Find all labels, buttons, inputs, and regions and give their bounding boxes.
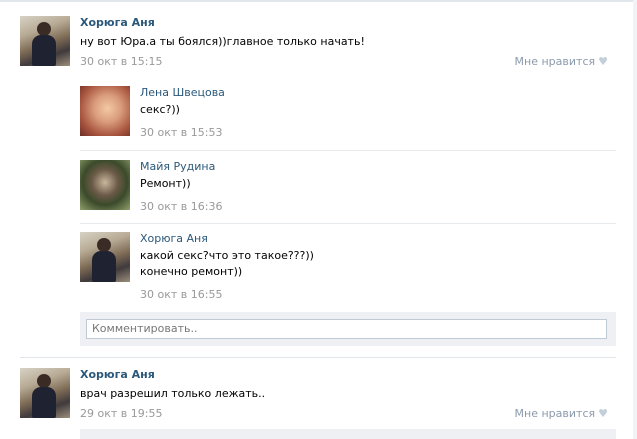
post-text: врач разрешил только лежать..	[80, 387, 266, 400]
reply-avatar[interactable]	[80, 160, 130, 210]
top-border	[0, 0, 637, 2]
reply-date[interactable]: 30 окт в 15:53	[140, 126, 222, 139]
reply-author-link[interactable]: Майя Рудина	[140, 160, 215, 173]
heart-icon: ♥	[598, 407, 608, 420]
comment-input[interactable]: Комментировать..	[86, 319, 607, 339]
post-text: ну вот Юра.а ты боялся))главное только н…	[80, 35, 365, 48]
reply-item: Лена Швецова секс?)) 30 окт в 15:53	[80, 86, 616, 139]
like-label: Мне нравится	[514, 407, 596, 420]
like-button[interactable]: Мне нравится ♥	[515, 55, 608, 68]
reply-separator	[80, 223, 616, 224]
reply-text-line-2: конечно ремонт))	[140, 265, 243, 278]
reply-item: Хорюга Аня какой секс?что это такое???))…	[80, 232, 616, 302]
next-comment-strip	[80, 429, 616, 439]
reply-text: секс?))	[140, 103, 180, 116]
reply-avatar[interactable]	[80, 86, 130, 136]
reply-author-link[interactable]: Лена Швецова	[140, 86, 225, 99]
reply-item: Майя Рудина Ремонт)) 30 окт в 16:36	[80, 160, 616, 213]
replies-list: Лена Швецова секс?)) 30 окт в 15:53 Майя…	[80, 78, 616, 346]
wall-post: Хорюга Аня врач разрешил только лежать..…	[20, 368, 616, 428]
wall-post: Хорюга Аня ну вот Юра.а ты боялся))главн…	[20, 16, 616, 76]
author-avatar[interactable]	[20, 16, 70, 66]
post-date[interactable]: 30 окт в 15:15	[80, 55, 162, 68]
author-avatar[interactable]	[20, 368, 70, 418]
heart-icon: ♥	[598, 55, 608, 68]
post-divider	[20, 357, 616, 358]
reply-author-link[interactable]: Хорюга Аня	[140, 232, 208, 245]
comment-box: Комментировать..	[80, 312, 616, 346]
reply-date[interactable]: 30 окт в 16:55	[140, 288, 222, 301]
reply-separator	[80, 150, 616, 151]
post-date[interactable]: 29 окт в 19:55	[80, 407, 162, 420]
reply-date[interactable]: 30 окт в 16:36	[140, 200, 222, 213]
like-button[interactable]: Мне нравится ♥	[515, 407, 608, 420]
right-scroll-edge	[633, 0, 637, 439]
reply-avatar[interactable]	[80, 232, 130, 282]
reply-text: Ремонт))	[140, 177, 191, 190]
post-author-link[interactable]: Хорюга Аня	[80, 368, 155, 381]
reply-text-line-1: какой секс?что это такое???))	[140, 249, 314, 262]
like-label: Мне нравится	[514, 55, 596, 68]
post-author-link[interactable]: Хорюга Аня	[80, 16, 155, 29]
